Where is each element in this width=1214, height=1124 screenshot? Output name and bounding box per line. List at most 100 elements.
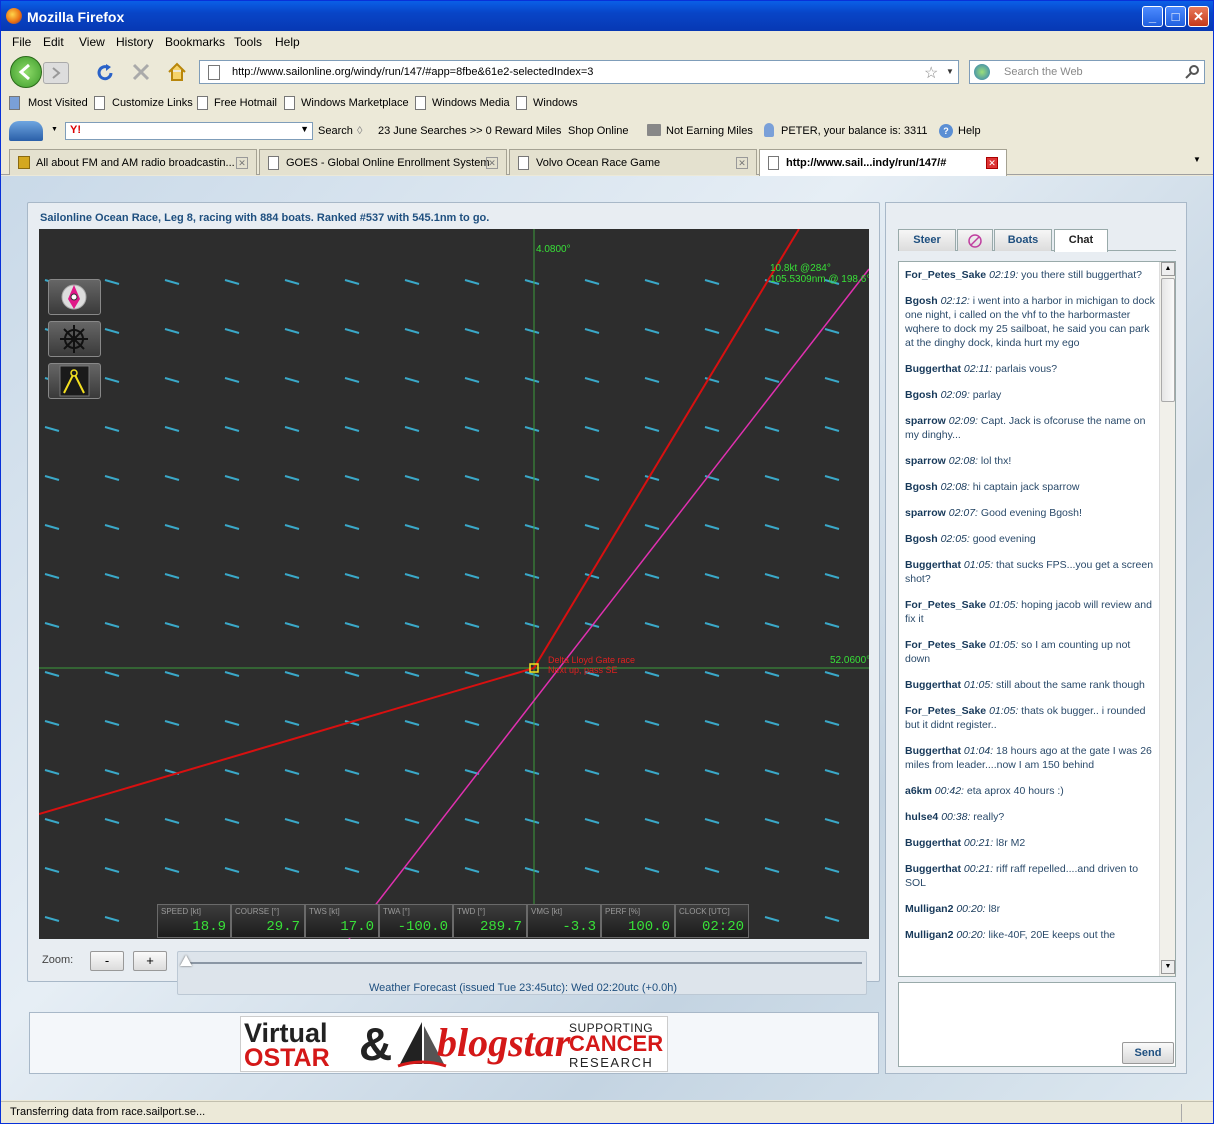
scroll-thumb[interactable] <box>1161 278 1175 402</box>
bookmark-windows-media[interactable]: Windows Media <box>432 97 510 109</box>
bookmark-windows[interactable]: Windows <box>533 97 578 109</box>
bookmark-windows-marketplace[interactable]: Windows Marketplace <box>301 97 409 109</box>
url-bar[interactable]: http://www.sailonline.org/windy/run/147/… <box>199 60 959 84</box>
maximize-button[interactable]: □ <box>1165 6 1186 27</box>
chat-user[interactable]: hulse4 <box>905 811 938 823</box>
toolbar-shop-online[interactable]: Shop Online <box>568 125 629 137</box>
search-icon[interactable] <box>1184 64 1200 80</box>
race-map[interactable]: 4.0800° 52.0600° 10.8kt @284° 105.5309nm… <box>39 229 869 939</box>
close-tab-icon[interactable]: ✕ <box>736 157 748 169</box>
toolbar-logo-icon[interactable] <box>9 121 43 141</box>
wind-arrow <box>344 622 360 628</box>
chat-scrollbar[interactable]: ▲ ▼ <box>1159 262 1175 976</box>
chat-user[interactable]: Buggerthat <box>905 863 961 875</box>
close-window-button[interactable]: ✕ <box>1188 6 1209 27</box>
chat-log[interactable]: For_Petes_Sake 02:19: you there still bu… <box>898 261 1176 977</box>
chat-user[interactable]: sparrow <box>905 455 946 467</box>
chat-user[interactable]: sparrow <box>905 507 946 519</box>
wind-arrow <box>824 622 840 628</box>
stop-icon[interactable] <box>131 62 151 82</box>
close-tab-icon[interactable]: ✕ <box>236 157 248 169</box>
chat-user[interactable]: For_Petes_Sake <box>905 639 986 651</box>
chat-user[interactable]: Mulligan2 <box>905 903 953 915</box>
toolbar-balance[interactable]: PETER, your balance is: 3311 <box>781 125 928 137</box>
scroll-up-icon[interactable]: ▲ <box>1161 262 1175 276</box>
tab-fm-am-radio[interactable]: All about FM and AM radio broadcastin...… <box>9 149 257 175</box>
search-engine-icon[interactable] <box>974 64 990 80</box>
bookmark-customize-links[interactable]: Customize Links <box>112 97 193 109</box>
toolbar-earning-status[interactable]: Not Earning Miles <box>666 125 753 137</box>
forecast-time-slider[interactable]: Weather Forecast (issued Tue 23:45utc): … <box>177 951 867 995</box>
bookmark-most-visited[interactable]: Most Visited <box>28 97 88 109</box>
chat-user[interactable]: Mulligan2 <box>905 929 953 941</box>
chat-user[interactable]: Buggerthat <box>905 559 961 571</box>
chat-user[interactable]: Bgosh <box>905 295 938 307</box>
tab-goes[interactable]: GOES - Global Online Enrollment System ✕ <box>259 149 507 175</box>
compass-button[interactable] <box>48 279 101 315</box>
zoom-in-button[interactable]: + <box>133 951 167 971</box>
banner-ampersand: & <box>359 1018 393 1070</box>
chat-time: 02:12: <box>940 295 970 307</box>
chat-user[interactable]: For_Petes_Sake <box>905 599 986 611</box>
toolbar-search-button[interactable]: Search <box>318 125 353 137</box>
tab-no-entry[interactable] <box>957 229 993 251</box>
wind-arrow <box>404 377 420 383</box>
toolbar-logo-dropdown-icon[interactable]: ▼ <box>51 126 58 133</box>
back-button[interactable] <box>10 56 42 88</box>
search-bar[interactable]: Search the Web <box>969 60 1205 84</box>
chat-user[interactable]: a6km <box>905 785 932 797</box>
menu-view[interactable]: View <box>79 35 105 49</box>
scroll-down-icon[interactable]: ▼ <box>1161 960 1175 974</box>
chat-user[interactable]: Bgosh <box>905 533 938 545</box>
toolbar-help[interactable]: Help <box>958 125 981 137</box>
chat-user[interactable]: Buggerthat <box>905 363 961 375</box>
forward-button[interactable] <box>43 62 69 84</box>
wind-arrow <box>704 524 720 530</box>
chat-user[interactable]: Buggerthat <box>905 745 961 757</box>
wind-arrow <box>764 916 780 922</box>
steering-wheel-button[interactable] <box>48 321 101 357</box>
menu-bookmarks[interactable]: Bookmarks <box>165 35 225 49</box>
chevron-down-icon[interactable]: ▼ <box>300 124 309 134</box>
close-tab-icon[interactable]: ✕ <box>986 157 998 169</box>
menu-edit[interactable]: Edit <box>43 35 64 49</box>
wind-arrow <box>404 524 420 530</box>
send-button[interactable]: Send <box>1122 1042 1174 1064</box>
chat-user[interactable]: Bgosh <box>905 389 938 401</box>
close-tab-icon[interactable]: ✕ <box>486 157 498 169</box>
tab-list-dropdown-icon[interactable]: ▼ <box>1193 155 1201 164</box>
course-line <box>533 229 800 669</box>
reload-icon[interactable] <box>94 62 116 84</box>
chat-user[interactable]: For_Petes_Sake <box>905 269 986 281</box>
wind-arrow <box>524 867 540 873</box>
tab-volvo-ocean-race[interactable]: Volvo Ocean Race Game ✕ <box>509 149 757 175</box>
tab-sailonline[interactable]: http://www.sail...indy/run/147/# ✕ <box>759 149 1007 176</box>
chat-user[interactable]: For_Petes_Sake <box>905 705 986 717</box>
chat-user[interactable]: sparrow <box>905 415 946 427</box>
chat-user[interactable]: Bgosh <box>905 481 938 493</box>
url-dropdown-icon[interactable]: ▼ <box>946 67 954 76</box>
toolbar-searches-counter[interactable]: 23 June Searches >> 0 Reward Miles <box>378 125 561 137</box>
wind-arrow <box>284 573 300 579</box>
home-icon[interactable] <box>166 61 188 83</box>
chat-user[interactable]: Buggerthat <box>905 837 961 849</box>
bookmark-star-icon[interactable]: ☆ <box>924 63 938 83</box>
minimize-button[interactable]: _ <box>1142 6 1163 27</box>
virtual-ostar-banner[interactable]: Virtual OSTAR & blogstar SUPPORTING CANC… <box>240 1016 668 1072</box>
wind-arrow <box>404 867 420 873</box>
chat-user[interactable]: Buggerthat <box>905 679 961 691</box>
slider-thumb[interactable] <box>180 955 192 966</box>
wind-arrow <box>824 475 840 481</box>
menu-history[interactable]: History <box>116 35 153 49</box>
chat-message: Bgosh 02:09: parlay <box>905 388 1155 402</box>
menu-tools[interactable]: Tools <box>234 35 262 49</box>
toolbar-search-input[interactable]: Y! ▼ <box>65 122 313 140</box>
bookmark-free-hotmail[interactable]: Free Hotmail <box>214 97 277 109</box>
tab-boats[interactable]: Boats <box>994 229 1052 251</box>
tab-steer[interactable]: Steer <box>898 229 956 251</box>
dividers-button[interactable] <box>48 363 101 399</box>
zoom-out-button[interactable]: - <box>90 951 124 971</box>
menu-file[interactable]: File <box>12 35 31 49</box>
menu-help[interactable]: Help <box>275 35 300 49</box>
tab-chat[interactable]: Chat <box>1054 229 1108 252</box>
